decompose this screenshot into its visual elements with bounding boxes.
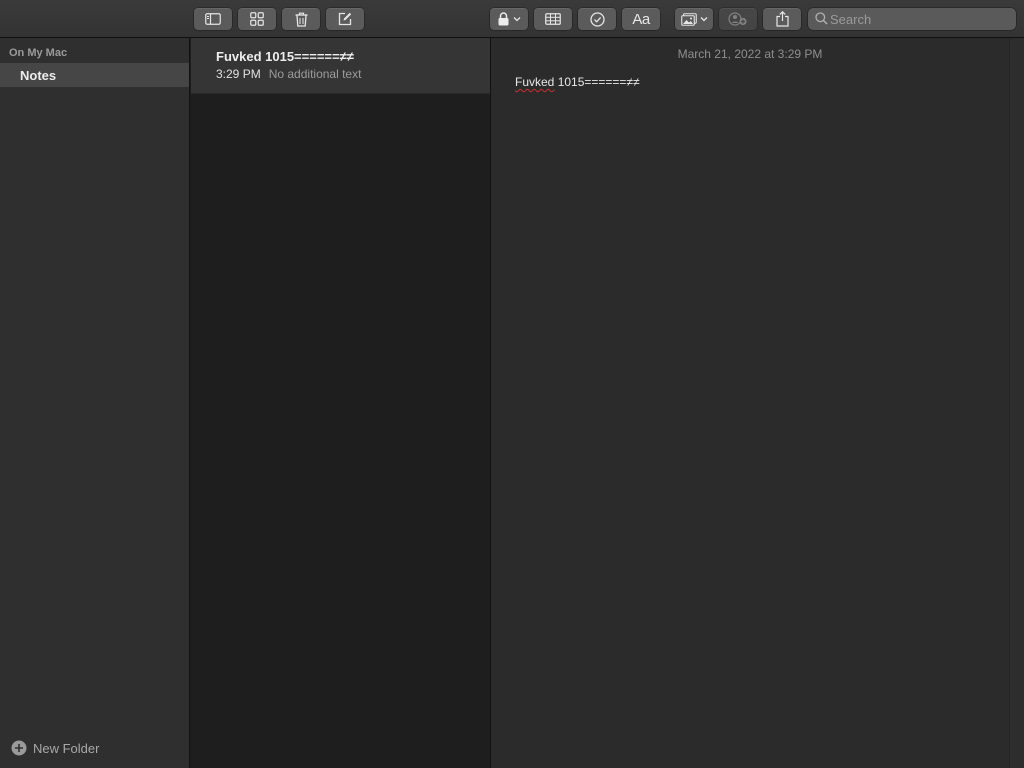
sidebar-toggle-button[interactable]	[194, 8, 232, 30]
share-button[interactable]	[763, 8, 801, 30]
note-meta: 3:29 PM No additional text	[216, 67, 361, 81]
misspelled-word[interactable]: Fuvked	[515, 75, 554, 89]
checklist-button[interactable]	[578, 8, 616, 30]
note-body-text[interactable]: Fuvked 1015======≠≠	[515, 75, 640, 89]
plus-circle-icon	[11, 740, 27, 756]
format-button[interactable]: Aa	[622, 8, 660, 30]
format-text-icon: Aa	[632, 10, 650, 28]
sidebar-item-label: Notes	[20, 68, 57, 83]
chevron-down-icon	[700, 17, 707, 22]
sidebar-item-notes[interactable]: Notes	[0, 63, 189, 87]
checklist-icon	[589, 11, 605, 27]
sidebar-section-on-my-mac: On My Mac	[9, 47, 68, 59]
note-list-item[interactable]: Fuvked 1015======≠≠ 3:29 PM No additional…	[191, 38, 490, 94]
search-field[interactable]	[808, 8, 1016, 30]
toolbar: Aa	[0, 0, 1024, 38]
table-button[interactable]	[534, 8, 572, 30]
new-note-button[interactable]	[326, 8, 364, 30]
note-date: March 21, 2022 at 3:29 PM	[677, 47, 823, 61]
share-icon	[775, 11, 789, 27]
new-folder-button[interactable]: New Folder	[11, 739, 99, 757]
gallery-view-button[interactable]	[238, 8, 276, 30]
note-preview: No additional text	[268, 67, 362, 81]
compose-icon	[338, 12, 352, 26]
folder-sidebar: On My Mac Notes New Folder	[0, 38, 190, 768]
trash-icon	[295, 12, 307, 27]
note-list: Fuvked 1015======≠≠ 3:29 PM No additional…	[190, 38, 491, 768]
lock-note-button[interactable]	[490, 8, 528, 30]
delete-button[interactable]	[282, 8, 320, 30]
lock-icon	[498, 12, 508, 26]
notes-window: Aa Search On My Mac Notes New Folder Fuv…	[0, 0, 1024, 768]
add-media-button[interactable]	[675, 8, 713, 30]
editor-scrollbar-track[interactable]	[1009, 38, 1024, 768]
media-icon	[680, 12, 697, 26]
note-title: Fuvked 1015======≠≠	[216, 49, 354, 64]
table-icon	[545, 13, 561, 25]
collaborate-icon	[728, 12, 747, 26]
search-input[interactable]	[830, 8, 1010, 30]
sidebar-toggle-icon	[205, 13, 221, 25]
gallery-grid-icon	[250, 12, 264, 26]
note-editor[interactable]: March 21, 2022 at 3:29 PM Fuvked 1015===…	[491, 38, 1009, 768]
new-folder-label: New Folder	[33, 740, 100, 756]
note-body-rest: 1015======≠≠	[554, 75, 640, 89]
search-icon	[815, 12, 828, 25]
collaborate-button[interactable]	[719, 8, 757, 30]
note-time: 3:29 PM	[216, 67, 261, 81]
chevron-down-icon	[513, 17, 520, 22]
